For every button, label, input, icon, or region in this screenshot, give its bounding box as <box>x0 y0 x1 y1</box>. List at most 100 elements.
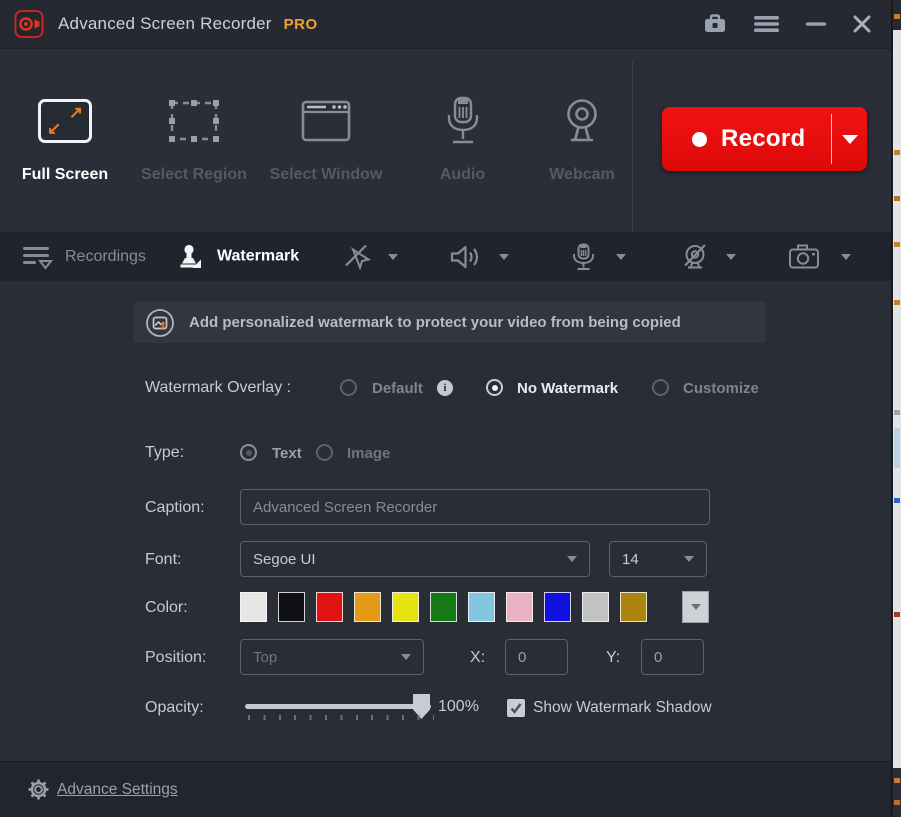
tab-microphone[interactable] <box>572 243 595 271</box>
y-input[interactable] <box>641 639 704 675</box>
select-region-icon <box>166 90 222 152</box>
radio-image-label[interactable]: Image <box>347 445 390 462</box>
system-sound-dropdown-caret[interactable] <box>499 254 509 260</box>
watermark-info-banner: Add personalized watermark to protect yo… <box>133 302 766 343</box>
mode-webcam[interactable]: Webcam <box>537 90 627 184</box>
toolbar-divider <box>632 60 633 232</box>
color-swatch[interactable] <box>392 592 419 622</box>
radio-no-watermark-label[interactable]: No Watermark <box>517 380 618 397</box>
opacity-slider-track[interactable] <box>245 704 431 709</box>
close-button[interactable] <box>853 15 871 33</box>
watermark-panel: Add personalized watermark to protect yo… <box>0 281 891 761</box>
tab-system-sound[interactable] <box>450 243 481 270</box>
banner-text: Add personalized watermark to protect yo… <box>189 314 681 331</box>
type-label: Type: <box>145 444 184 462</box>
color-swatch[interactable] <box>278 592 305 622</box>
color-swatch[interactable] <box>240 592 267 622</box>
color-swatch[interactable] <box>620 592 647 622</box>
color-swatch[interactable] <box>354 592 381 622</box>
background-page-sliver <box>893 0 901 817</box>
pro-badge: PRO <box>284 16 318 33</box>
radio-no-watermark[interactable] <box>486 379 503 396</box>
click-effects-off-icon <box>343 243 371 270</box>
mode-label: Full Screen <box>22 166 108 184</box>
mode-label: Webcam <box>549 166 615 184</box>
tab-label: Watermark <box>217 248 299 266</box>
radio-image[interactable] <box>316 444 333 461</box>
mode-select-window[interactable]: Select Window <box>262 90 390 184</box>
recordings-list-icon <box>22 244 54 270</box>
color-swatch[interactable] <box>430 592 457 622</box>
microphone-dropdown-caret[interactable] <box>616 254 626 260</box>
position-label: Position: <box>145 649 206 667</box>
shadow-checkbox-label[interactable]: Show Watermark Shadow <box>533 699 712 717</box>
watermark-stamp-icon <box>177 243 203 270</box>
shadow-checkbox[interactable] <box>507 699 525 717</box>
record-dropdown-caret[interactable] <box>842 135 858 144</box>
radio-text[interactable] <box>240 444 257 461</box>
webcam-overlay-dropdown-caret[interactable] <box>726 254 736 260</box>
caption-label: Caption: <box>145 499 205 517</box>
radio-default-label[interactable]: Default <box>372 380 423 397</box>
opacity-slider-ticks <box>248 715 434 720</box>
color-swatch[interactable] <box>544 592 571 622</box>
background-dark-strip-bottom <box>893 768 901 817</box>
radio-default[interactable] <box>340 379 357 396</box>
watermark-image-icon <box>145 308 175 338</box>
app-title: Advanced Screen Recorder <box>58 14 272 34</box>
font-select-value: Segoe UI <box>253 551 316 568</box>
record-button[interactable]: Record <box>662 107 867 171</box>
caption-input[interactable] <box>240 489 710 525</box>
font-size-select[interactable]: 14 <box>609 541 707 577</box>
mode-label: Select Region <box>141 166 247 184</box>
radio-text-label[interactable]: Text <box>272 445 302 462</box>
color-label: Color: <box>145 599 188 617</box>
speaker-icon <box>450 243 481 270</box>
select-window-icon <box>300 90 352 152</box>
webcam-off-icon <box>682 243 708 270</box>
color-swatch[interactable] <box>506 592 533 622</box>
mode-select-region[interactable]: Select Region <box>134 90 254 184</box>
font-select-caret <box>567 556 577 562</box>
color-swatch[interactable] <box>582 592 609 622</box>
microphone-icon <box>572 243 595 271</box>
tab-label: Recordings <box>65 248 146 266</box>
color-picker-dropdown[interactable] <box>682 591 709 623</box>
screenshot-dropdown-caret[interactable] <box>841 254 851 260</box>
overlay-label: Watermark Overlay : <box>145 379 291 397</box>
tab-watermark[interactable]: Watermark <box>177 243 299 270</box>
font-label: Font: <box>145 551 181 569</box>
check-icon <box>509 701 523 715</box>
capture-toolbar: ↗ ↙ Full Screen Select Region <box>0 50 891 232</box>
click-effects-dropdown-caret[interactable] <box>388 254 398 260</box>
gear-icon <box>28 779 49 800</box>
color-swatch[interactable] <box>468 592 495 622</box>
minimize-button[interactable] <box>806 14 826 34</box>
radio-customize-label[interactable]: Customize <box>683 380 759 397</box>
mode-audio[interactable]: Audio <box>425 90 500 184</box>
mode-full-screen[interactable]: ↗ ↙ Full Screen <box>15 90 115 184</box>
mode-label: Audio <box>440 166 485 184</box>
menu-icon[interactable] <box>754 14 779 34</box>
webcam-icon <box>561 90 603 152</box>
record-dot-icon <box>692 132 707 147</box>
opacity-value: 100% <box>438 698 479 716</box>
radio-customize[interactable] <box>652 379 669 396</box>
position-select[interactable]: Top <box>240 639 424 675</box>
advance-settings-link[interactable]: Advance Settings <box>57 781 178 799</box>
tab-webcam-overlay[interactable] <box>682 243 708 270</box>
tab-screenshot[interactable] <box>788 244 820 270</box>
mode-label: Select Window <box>270 166 383 184</box>
tab-recordings[interactable]: Recordings <box>22 244 146 270</box>
x-input[interactable] <box>505 639 568 675</box>
record-label: Record <box>721 125 806 153</box>
font-select[interactable]: Segoe UI <box>240 541 590 577</box>
audio-microphone-icon <box>445 90 481 152</box>
color-swatch[interactable] <box>316 592 343 622</box>
toolkit-icon[interactable] <box>703 13 727 35</box>
info-icon[interactable]: i <box>437 380 453 396</box>
tab-bar: Recordings Watermark <box>0 232 891 281</box>
app-window: Advanced Screen Recorder PRO <box>0 0 892 817</box>
camera-icon <box>788 244 820 270</box>
tab-click-effects[interactable] <box>343 243 371 270</box>
